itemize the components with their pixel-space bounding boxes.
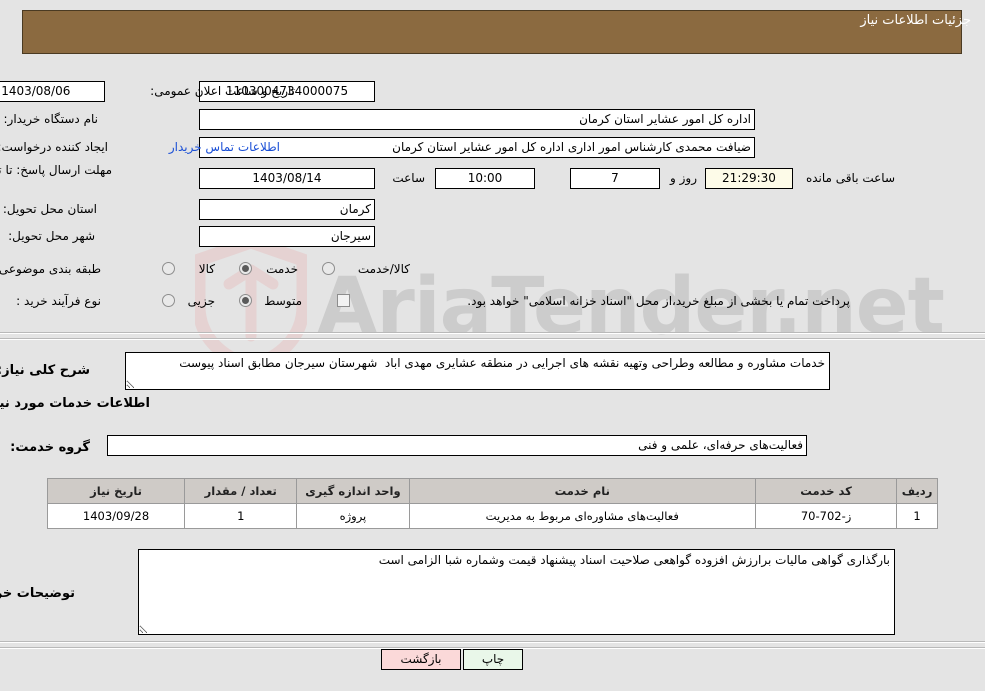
cell-service-code: ز-702-70 <box>754 503 898 529</box>
checkbox-islamic-treasury-docs[interactable] <box>337 294 350 307</box>
radio-label-purchase-jozi[interactable]: جزیی <box>188 294 215 308</box>
services-table: ردیف کد خدمت نام خدمت واحد اندازه گیری ت… <box>46 478 938 529</box>
divider-footer-top <box>0 641 985 643</box>
table-header-row: ردیف کد خدمت نام خدمت واحد اندازه گیری ت… <box>46 478 938 504</box>
field-request-creator: ضیافت محمدی کارشناس امور اداری اداره کل … <box>199 137 755 158</box>
th-service-code: کد خدمت <box>754 478 898 504</box>
label-service-group: گروه خدمت: <box>10 440 90 455</box>
label-request-creator: ایجاد کننده درخواست: <box>0 140 108 154</box>
label-remaining-days-unit: روز و <box>670 171 697 185</box>
th-quantity: تعداد / مقدار <box>184 478 298 504</box>
page-title: جزئیات اطلاعات نیاز <box>860 13 971 28</box>
label-buyer-notes: توضیحات خریدار: <box>0 586 75 601</box>
label-delivery-city: شهر محل تحویل: <box>8 229 95 243</box>
label-remaining-suffix: ساعت باقی مانده <box>805 171 895 185</box>
checkbox-label-islamic-treasury-docs[interactable]: پرداخت تمام یا بخشی از مبلغ خرید،از محل … <box>467 294 850 308</box>
label-subject-category: طبقه بندی موضوعی: <box>0 262 101 276</box>
radio-label-purchase-motavaset[interactable]: متوسط <box>264 294 302 308</box>
table-row: 1 ز-702-70 فعالیت‌های مشاوره‌ای مربوط به… <box>46 503 938 529</box>
field-remaining-time: 21:29:30 <box>705 168 793 189</box>
buyer-notes-textarea[interactable] <box>138 549 895 635</box>
field-delivery-province: کرمان <box>199 199 375 220</box>
field-deadline-time: 10:00 <box>435 168 535 189</box>
th-need-date: تاریخ نیاز <box>46 478 186 504</box>
field-remaining-days: 7 <box>570 168 660 189</box>
label-response-deadline: مهلت ارسال پاسخ: تا تاریخ: <box>0 163 112 177</box>
field-deadline-date: 1403/08/14 <box>199 168 375 189</box>
radio-label-category-kala[interactable]: کالا <box>199 262 215 276</box>
th-service-name: نام خدمت <box>408 478 756 504</box>
label-buyer-org: نام دستگاه خریدار: <box>3 112 99 126</box>
divider-bottom <box>0 338 985 340</box>
label-general-description: شرح کلی نیاز: <box>0 363 90 378</box>
general-description-textarea[interactable] <box>125 352 830 390</box>
radio-category-kala[interactable] <box>162 262 175 275</box>
cell-unit: پروژه <box>296 503 410 529</box>
cell-need-date: 1403/09/28 <box>46 503 186 529</box>
th-unit: واحد اندازه گیری <box>296 478 410 504</box>
buyer-contact-link[interactable]: اطلاعات تماس خریدار <box>169 140 280 154</box>
field-announce-datetime: 1403/08/06 - 12:15 <box>0 81 105 102</box>
radio-category-khedmat[interactable] <box>239 262 252 275</box>
field-service-group: فعالیت‌های حرفه‌ای، علمی و فنی <box>107 435 807 456</box>
field-buyer-org: اداره کل امور عشایر استان کرمان <box>199 109 755 130</box>
radio-purchase-jozi[interactable] <box>162 294 175 307</box>
label-purchase-type: نوع فرآیند خرید : <box>16 294 101 308</box>
page-header-bar <box>22 10 962 54</box>
services-section-heading: اطلاعات خدمات مورد نیاز <box>0 396 150 411</box>
divider-top <box>0 332 985 334</box>
th-row-no: ردیف <box>896 478 938 504</box>
back-button[interactable]: بازگشت <box>381 649 461 670</box>
field-delivery-city: سیرجان <box>199 226 375 247</box>
radio-label-category-khedmat[interactable]: خدمت <box>266 262 298 276</box>
cell-service-name: فعالیت‌های مشاوره‌ای مربوط به مدیریت <box>408 503 756 529</box>
radio-category-kala-khedmat[interactable] <box>322 262 335 275</box>
label-delivery-province: استان محل تحویل: <box>2 202 97 216</box>
print-button[interactable]: چاپ <box>463 649 523 670</box>
cell-row-no: 1 <box>896 503 938 529</box>
radio-purchase-motavaset[interactable] <box>239 294 252 307</box>
radio-label-category-kala-khedmat[interactable]: کالا/خدمت <box>358 262 410 276</box>
cell-quantity: 1 <box>184 503 298 529</box>
label-announce-datetime: تاریخ و ساعت اعلان عمومی: <box>150 84 295 98</box>
label-deadline-time: ساعت <box>392 171 425 185</box>
